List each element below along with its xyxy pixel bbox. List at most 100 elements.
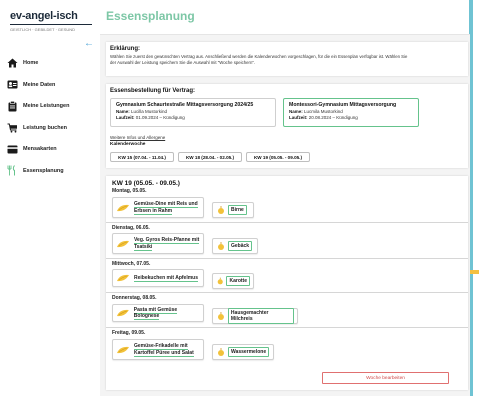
meal-name: Gemüse-Frikadelle mit Kartoffel Püree und… <box>134 343 194 357</box>
dessert-icon <box>217 277 223 285</box>
dessert-icon <box>218 242 224 250</box>
meal-card-friday[interactable]: Gemüse-Frikadelle mit Kartoffel Püree und… <box>112 339 204 360</box>
day-separator <box>106 327 468 328</box>
meal-name-line-2: Erbsen in Rahm <box>134 207 173 215</box>
order-card: Essensbestellung für Vertrag: Gymnasium … <box>106 84 468 168</box>
sidebar-item-label: Essensplanung <box>23 167 64 174</box>
sidebar-item-home[interactable]: Home <box>6 53 98 73</box>
contract-name: Lucmila Mustorkind <box>304 109 343 114</box>
meal-card-tuesday[interactable]: Veg. Gyros Reis-Pfanne mit Tsatsiki <box>112 233 204 254</box>
dessert-card-wednesday[interactable]: Karotte <box>212 273 254 289</box>
week-button-kw19[interactable]: KW 19 (05.05. - 09.05.) <box>246 152 310 162</box>
day-label-wednesday: Mittwoch, 07.05. <box>112 261 151 267</box>
contract-term-label: Laufzeit: <box>289 115 308 120</box>
dessert-name: Birne <box>228 205 247 215</box>
explanation-card: Erklärung: Wählen Sie zuerst den gewünsc… <box>106 42 468 76</box>
logo-underline <box>10 24 92 25</box>
sidebar-item-meine-daten[interactable]: Meine Daten <box>6 75 98 95</box>
main-content: Essensplanung Erklärung: Wählen Sie zuer… <box>100 0 470 396</box>
food-icon <box>116 309 129 317</box>
calendar-week-label: Kalenderwoche <box>110 142 146 147</box>
day-separator <box>106 222 468 223</box>
meal-name: Gemüse-Dine mit Reis und Erbsen in Rahm <box>134 201 198 215</box>
card-icon <box>6 144 18 154</box>
meal-name-line-1: Gemüse-Dine mit Reis und <box>134 201 198 208</box>
sidebar-item-meine-leistungen[interactable]: Meine Leistungen <box>6 96 98 116</box>
collapse-arrow-icon[interactable]: ← <box>84 38 94 49</box>
sidebar-item-label: Meine Leistungen <box>23 103 70 109</box>
contract-name-label: Name: <box>116 109 130 114</box>
meal-card-thursday[interactable]: Pasta mit Gemüse Bolognese <box>112 304 204 322</box>
day-label-tuesday: Dienstag, 06.05. <box>112 225 150 231</box>
logo-text: ev-angel-isch <box>10 10 78 22</box>
contract-name: Lucilla Mustorkind <box>131 109 168 114</box>
food-icon <box>117 240 129 247</box>
week-button-kw18[interactable]: KW 18 (28.04. - 02.05.) <box>178 152 242 162</box>
week-title: KW 19 (05.05. - 09.05.) <box>112 180 180 187</box>
dessert-icon <box>217 312 224 320</box>
meal-name-line-2: Tsatsiki <box>134 243 153 251</box>
dessert-card-tuesday[interactable]: Gebäck <box>212 238 258 254</box>
sidebar-item-label: Mensakarten <box>23 146 57 152</box>
meal-name-line-1: Reibekuchen mit Apfelmus <box>134 274 198 282</box>
contract-term-label: Laufzeit: <box>116 115 135 120</box>
meal-name: Pasta mit Gemüse Bolognese <box>133 306 203 320</box>
explanation-text-2: der Auswahl der Leistung speichern Sie d… <box>110 60 256 65</box>
week-button-kw15[interactable]: KW 15 (07.04. - 11.04.) <box>110 152 174 162</box>
meal-name-line-1: Veg. Gyros Reis-Pfanne mit <box>134 237 200 244</box>
clipboard-icon <box>6 100 18 111</box>
dessert-card-friday[interactable]: Wassermelone <box>212 344 274 360</box>
dessert-icon <box>218 206 224 214</box>
meal-card-monday[interactable]: Gemüse-Dine mit Reis und Erbsen in Rahm <box>112 197 204 218</box>
day-label-friday: Freitag, 09.05. <box>112 330 146 336</box>
edit-week-button[interactable]: Woche bearbeiten <box>322 372 449 384</box>
meal-name: Veg. Gyros Reis-Pfanne mit Tsatsiki <box>134 237 200 251</box>
sidebar-item-mensakarten[interactable]: Mensakarten <box>6 139 98 159</box>
page-title: Essensplanung <box>106 9 195 23</box>
day-label-thursday: Donnerstag, 08.05. <box>112 295 157 301</box>
id-card-icon <box>6 80 18 90</box>
sidebar-item-label: Home <box>23 60 39 66</box>
contract-name-row: Name: Lucmila Mustorkind <box>289 109 413 114</box>
explanation-title: Erklärung: <box>110 46 141 52</box>
contract-name-row: Name: Lucilla Mustorkind <box>116 109 270 114</box>
contract-term-row: Laufzeit: 01.09.2024 – Kündigung <box>116 115 270 120</box>
home-icon <box>6 58 18 68</box>
logo[interactable]: ev-angel-isch GEISTLICH · GEBILDET · GES… <box>8 6 94 36</box>
dessert-name: Gebäck <box>228 241 253 251</box>
week-selector: KW 15 (07.04. - 11.04.) KW 18 (28.04. - … <box>110 152 410 162</box>
meal-name-line-1: Gemüse-Frikadelle mit <box>134 343 188 350</box>
sidebar-item-leistung-buchen[interactable]: Leistung buchen <box>6 118 98 138</box>
contract-card-montessori[interactable]: Montessori-Gymnasium Mittagsversorgung N… <box>283 98 419 127</box>
contract-name-label: Name: <box>289 109 303 114</box>
cutlery-icon <box>6 165 18 176</box>
meal-name-line-1: Pasta mit Gemüse Bolognese <box>133 306 178 320</box>
contract-title: Gymnasium Schaurtestraße Mittagsversorgu… <box>116 102 254 108</box>
dessert-name: Hausgemachter Milchreis <box>227 308 294 324</box>
meal-name-line-2: Kartoffel Püree und Salat <box>134 349 194 357</box>
dessert-icon <box>218 348 224 356</box>
sidebar-item-label: Leistung buchen <box>23 124 67 131</box>
meal-card-wednesday[interactable]: Reibekuchen mit Apfelmus <box>112 269 204 287</box>
contract-term: 01.09.2024 – Kündigung <box>135 115 185 120</box>
dessert-name: Karotte <box>226 276 250 286</box>
food-icon <box>117 204 129 211</box>
dessert-name: Wassermelone <box>228 347 270 357</box>
header-divider <box>100 34 470 35</box>
dessert-card-thursday[interactable]: Hausgemachter Milchreis <box>212 308 298 324</box>
logo-subtitle: GEISTLICH · GEBILDET · GESUND <box>10 27 76 32</box>
day-separator <box>106 292 468 293</box>
day-label-monday: Montag, 05.05. <box>112 188 147 194</box>
contract-card-gymnasium[interactable]: Gymnasium Schaurtestraße Mittagsversorgu… <box>110 98 276 127</box>
contract-title: Montessori-Gymnasium Mittagsversorgung <box>289 102 397 108</box>
more-info-link[interactable]: Weitere Infos und Allergene <box>110 135 165 140</box>
meal-name: Reibekuchen mit Apfelmus <box>134 274 198 282</box>
dessert-card-monday[interactable]: Birne <box>212 202 254 218</box>
week-plan-card: KW 19 (05.05. - 09.05.) Montag, 05.05. G… <box>106 176 468 390</box>
food-icon <box>117 274 129 282</box>
cart-icon <box>6 123 18 133</box>
sidebar-item-essensplanung[interactable]: Essensplanung <box>6 161 98 181</box>
food-icon <box>117 346 129 353</box>
sidebar-nav: Home Meine Daten Meine Leistungen Leistu… <box>6 53 98 182</box>
sidebar-item-label: Meine Daten <box>23 81 56 88</box>
